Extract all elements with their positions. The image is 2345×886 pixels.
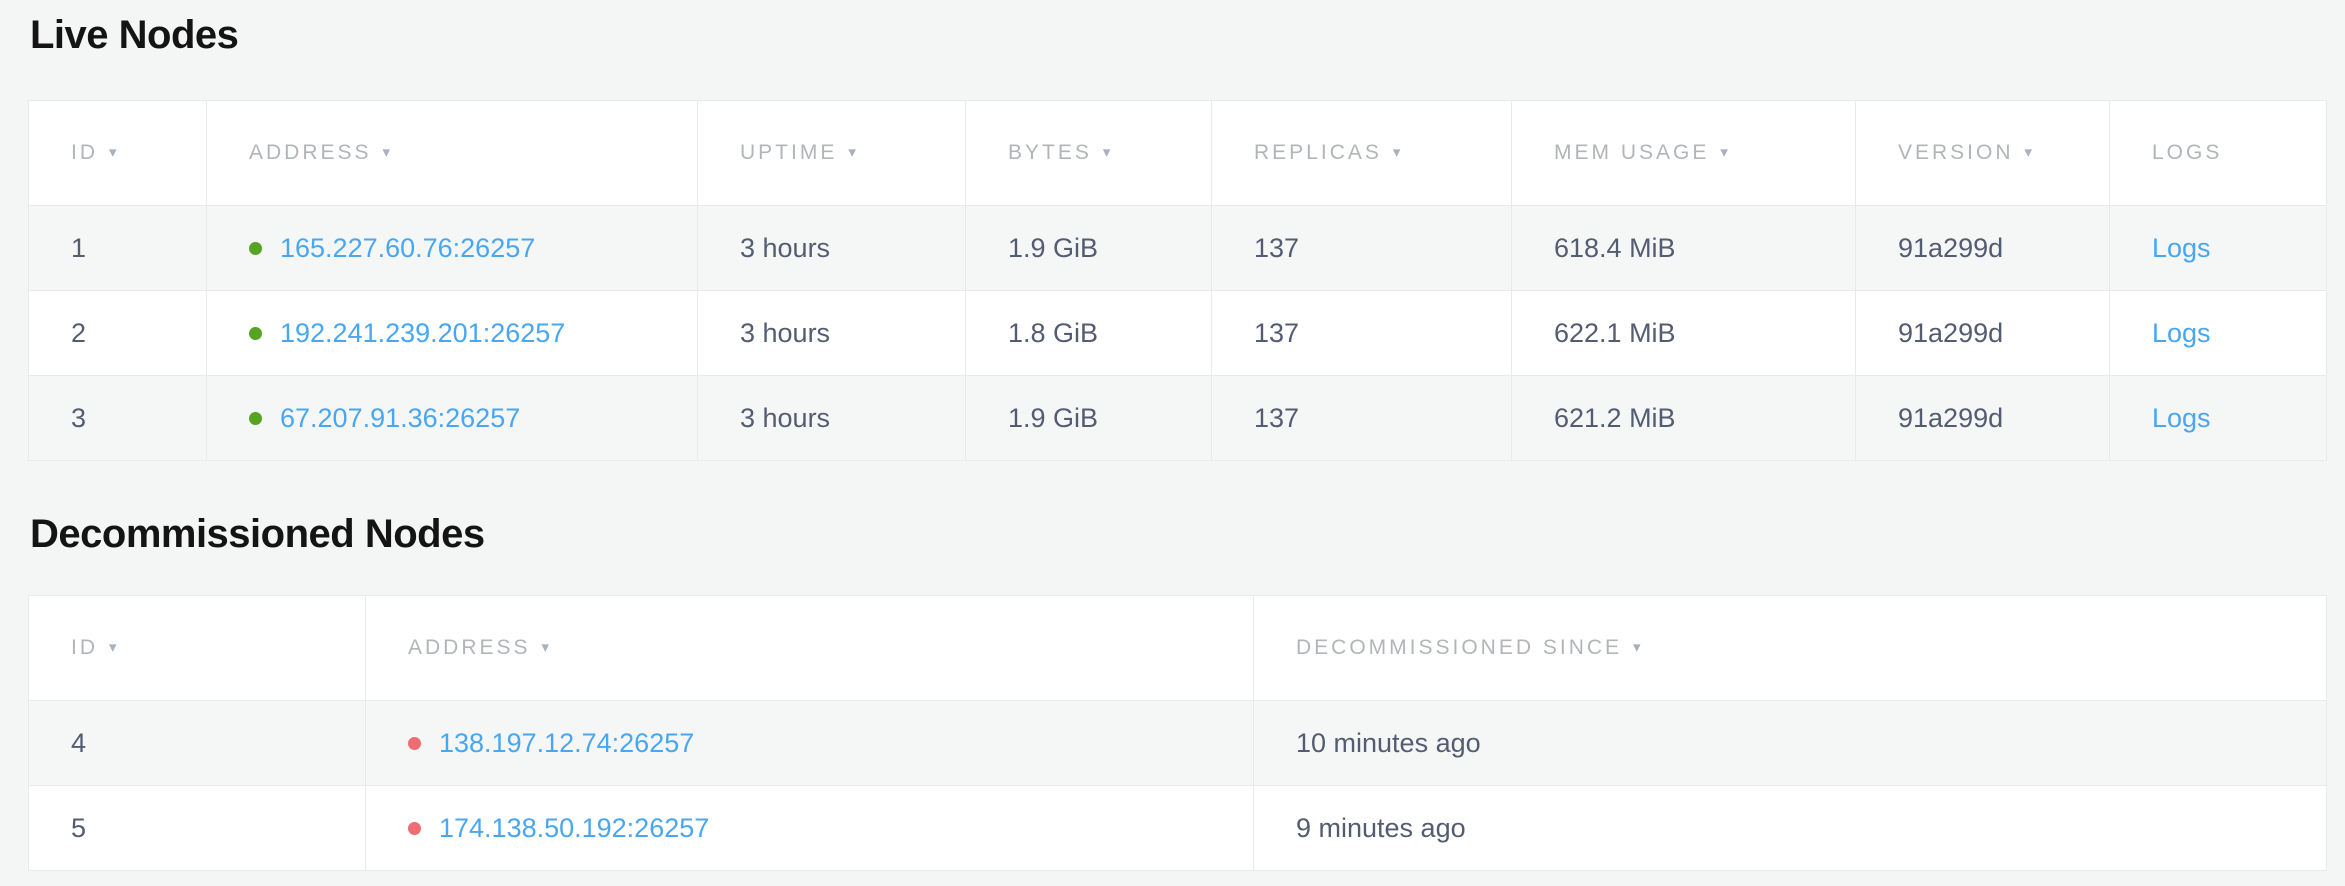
uptime-cell: 3 hours [698, 376, 966, 461]
column-header-label: ADDRESS [408, 636, 531, 659]
node-address-link[interactable]: 138.197.12.74:26257 [439, 728, 694, 758]
live-nodes-table: ID ▾ ADDRESS ▾ UPTIME ▾ BYTES ▾ REPLICAS ▾ ME… [28, 100, 2327, 461]
column-header-label: LOGS [2152, 141, 2222, 164]
sort-arrow-icon: ▾ [1633, 639, 1644, 656]
sort-arrow-icon: ▾ [1393, 144, 1404, 161]
decommissioned-status-dot-icon [408, 737, 421, 750]
table-row: 5 174.138.50.192:26257 9 minutes ago [29, 786, 2327, 871]
column-header-id[interactable]: ID ▾ [29, 596, 366, 701]
column-header-decommissioned-since[interactable]: DECOMMISSIONED SINCE ▾ [1254, 596, 2327, 701]
column-header-address[interactable]: ADDRESS ▾ [366, 596, 1254, 701]
id-cell: 2 [29, 291, 207, 376]
column-header-label: ID [71, 636, 98, 659]
node-logs-link[interactable]: Logs [2152, 233, 2211, 263]
id-cell: 5 [29, 786, 366, 871]
column-header-label: DECOMMISSIONED SINCE [1296, 636, 1622, 659]
decommissioned-nodes-table: ID ▾ ADDRESS ▾ DECOMMISSIONED SINCE ▾ 4 138.… [28, 595, 2327, 871]
table-row: 2 192.241.239.201:26257 3 hours1.8 GiB1376… [29, 291, 2327, 376]
replicas-cell: 137 [1212, 376, 1512, 461]
table-row: 4 138.197.12.74:26257 10 minutes ago [29, 701, 2327, 786]
live-status-dot-icon [249, 327, 262, 340]
id-cell: 4 [29, 701, 366, 786]
sort-arrow-icon: ▾ [542, 639, 553, 656]
node-logs-link[interactable]: Logs [2152, 403, 2211, 433]
nodes-page: Live Nodes ID ▾ ADDRESS ▾ UPTIME ▾ [28, 12, 2327, 871]
sort-arrow-icon: ▾ [848, 144, 859, 161]
column-header-label: ID [71, 141, 98, 164]
node-address-link[interactable]: 67.207.91.36:26257 [280, 403, 520, 433]
column-header-replicas[interactable]: REPLICAS ▾ [1212, 101, 1512, 206]
sort-arrow-icon: ▾ [1103, 144, 1114, 161]
decommissioned-nodes-title: Decommissioned Nodes [30, 511, 2327, 557]
sort-arrow-icon: ▾ [109, 639, 120, 656]
address-cell: 165.227.60.76:26257 [207, 206, 698, 291]
live-status-dot-icon [249, 412, 262, 425]
column-header-address[interactable]: ADDRESS ▾ [207, 101, 698, 206]
column-header-label: VERSION [1898, 141, 2014, 164]
sort-arrow-icon: ▾ [109, 144, 120, 161]
mem-usage-cell: 622.1 MiB [1512, 291, 1856, 376]
column-header-label: UPTIME [740, 141, 837, 164]
column-header-mem-usage[interactable]: MEM USAGE ▾ [1512, 101, 1856, 206]
live-status-dot-icon [249, 242, 262, 255]
column-header-bytes[interactable]: BYTES ▾ [966, 101, 1212, 206]
address-cell: 192.241.239.201:26257 [207, 291, 698, 376]
logs-cell: Logs [2110, 376, 2327, 461]
live-nodes-title: Live Nodes [30, 12, 2327, 58]
live-nodes-header-row: ID ▾ ADDRESS ▾ UPTIME ▾ BYTES ▾ REPLICAS ▾ ME… [29, 101, 2327, 206]
column-header-uptime[interactable]: UPTIME ▾ [698, 101, 966, 206]
node-address-link[interactable]: 192.241.239.201:26257 [280, 318, 565, 348]
table-row: 3 67.207.91.36:26257 3 hours1.9 GiB137621.… [29, 376, 2327, 461]
replicas-cell: 137 [1212, 291, 1512, 376]
address-cell: 67.207.91.36:26257 [207, 376, 698, 461]
decommissioned-status-dot-icon [408, 822, 421, 835]
version-cell: 91a299d [1856, 291, 2110, 376]
column-header-label: ADDRESS [249, 141, 372, 164]
logs-cell: Logs [2110, 206, 2327, 291]
column-header-label: BYTES [1008, 141, 1092, 164]
table-row: 1 165.227.60.76:26257 3 hours1.9 GiB137618… [29, 206, 2327, 291]
node-address-link[interactable]: 174.138.50.192:26257 [439, 813, 709, 843]
logs-cell: Logs [2110, 291, 2327, 376]
node-logs-link[interactable]: Logs [2152, 318, 2211, 348]
uptime-cell: 3 hours [698, 291, 966, 376]
sort-arrow-icon: ▾ [383, 144, 394, 161]
column-header-label: REPLICAS [1254, 141, 1382, 164]
id-cell: 3 [29, 376, 207, 461]
bytes-cell: 1.9 GiB [966, 206, 1212, 291]
version-cell: 91a299d [1856, 376, 2110, 461]
uptime-cell: 3 hours [698, 206, 966, 291]
mem-usage-cell: 618.4 MiB [1512, 206, 1856, 291]
column-header-id[interactable]: ID ▾ [29, 101, 207, 206]
column-header-version[interactable]: VERSION ▾ [1856, 101, 2110, 206]
mem-usage-cell: 621.2 MiB [1512, 376, 1856, 461]
sort-arrow-icon: ▾ [1720, 144, 1731, 161]
node-address-link[interactable]: 165.227.60.76:26257 [280, 233, 535, 263]
decommissioned-nodes-header-row: ID ▾ ADDRESS ▾ DECOMMISSIONED SINCE ▾ [29, 596, 2327, 701]
column-header-label: MEM USAGE [1554, 141, 1709, 164]
sort-arrow-icon: ▾ [2025, 144, 2036, 161]
decommissioned-since-cell: 9 minutes ago [1254, 786, 2327, 871]
version-cell: 91a299d [1856, 206, 2110, 291]
id-cell: 1 [29, 206, 207, 291]
replicas-cell: 137 [1212, 206, 1512, 291]
address-cell: 174.138.50.192:26257 [366, 786, 1254, 871]
address-cell: 138.197.12.74:26257 [366, 701, 1254, 786]
column-header-logs: LOGS [2110, 101, 2327, 206]
bytes-cell: 1.9 GiB [966, 376, 1212, 461]
decommissioned-since-cell: 10 minutes ago [1254, 701, 2327, 786]
bytes-cell: 1.8 GiB [966, 291, 1212, 376]
